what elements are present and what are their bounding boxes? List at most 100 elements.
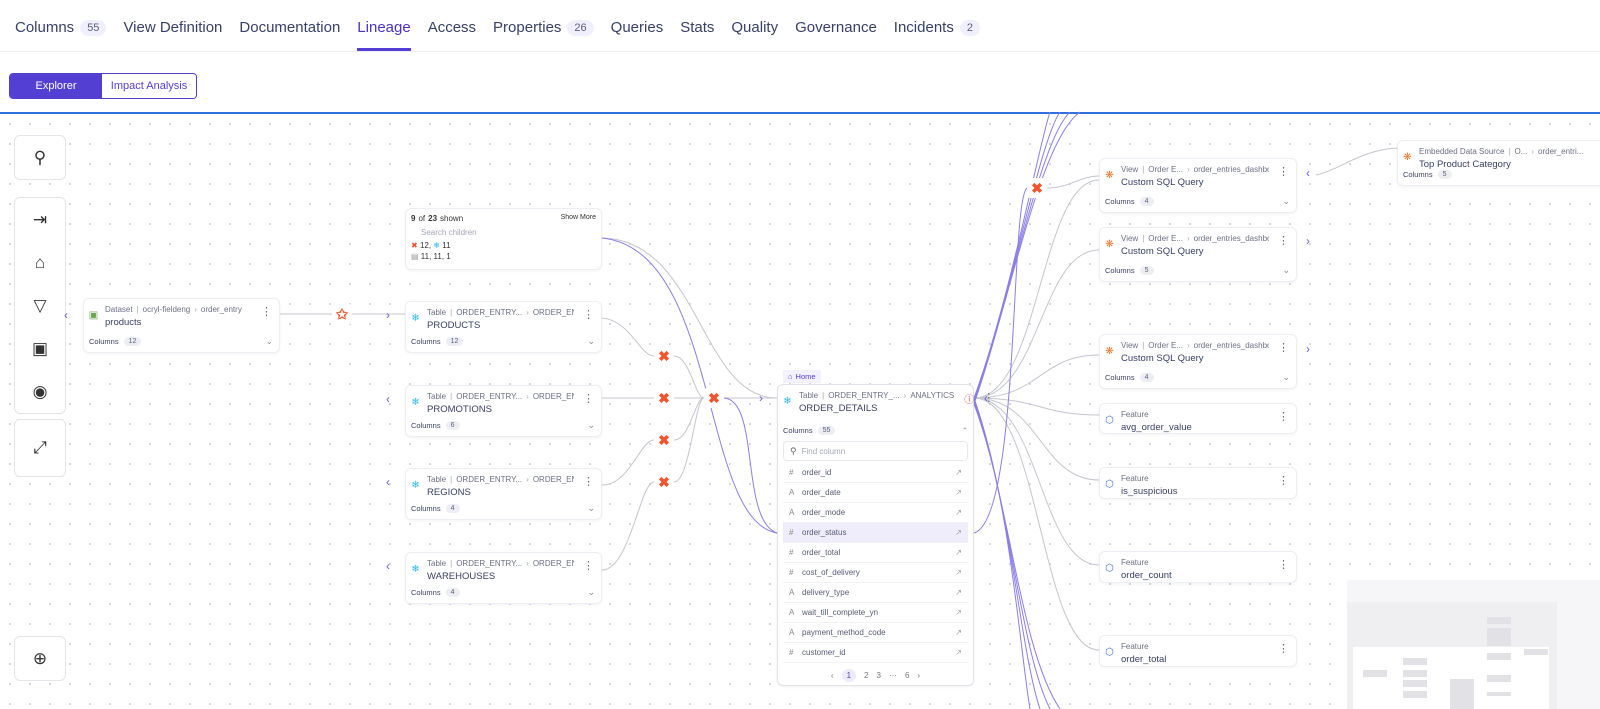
node-name[interactable]: Custom SQL Query — [1121, 246, 1269, 257]
chevron-down-icon[interactable]: ⌄ — [1282, 196, 1290, 207]
node-name[interactable]: products — [105, 317, 242, 328]
impact-analysis-button[interactable]: Impact Analysis — [102, 74, 196, 98]
page-button[interactable]: 3 — [877, 671, 881, 680]
node-name[interactable]: Top Product Category — [1419, 159, 1583, 170]
chevron-up-icon[interactable]: ⌃ — [962, 426, 968, 435]
node-path-platform[interactable]: ORDER_ENTRY... — [456, 308, 522, 317]
chevron-down-icon[interactable]: ⌄ — [587, 503, 595, 514]
fine-grained-lineage-icon[interactable]: ✖ — [654, 472, 674, 492]
tab-quality[interactable]: Quality — [731, 19, 778, 51]
node-path-container[interactable]: ORDER_ENTRY — [533, 308, 574, 317]
lineage-node[interactable]: ▣ Dataset | ocryl-fieldeng › order_entry produ… — [83, 298, 280, 353]
node-path-platform[interactable]: Order E... — [1148, 234, 1183, 243]
more-options-icon[interactable]: ⋮ — [580, 475, 597, 488]
tab-incidents[interactable]: Incidents 2 — [894, 19, 980, 51]
node-path-container[interactable]: order_entri... — [1538, 147, 1583, 156]
chevron-down-icon[interactable]: ⌄ — [587, 420, 595, 431]
tab-stats[interactable]: Stats — [680, 19, 714, 51]
external-link-icon[interactable]: ↗ — [955, 608, 962, 617]
external-link-icon[interactable]: ↗ — [955, 468, 962, 477]
external-link-icon[interactable]: ↗ — [955, 528, 962, 537]
node-name[interactable]: Custom SQL Query — [1121, 177, 1269, 188]
expand-button[interactable]: ⤢ — [15, 420, 65, 476]
external-link-icon[interactable]: ↗ — [955, 628, 962, 637]
node-path-platform[interactable]: Order E... — [1148, 165, 1183, 174]
external-link-icon[interactable]: ↗ — [955, 508, 962, 517]
data-job-icon[interactable]: ✩ — [332, 304, 352, 324]
lineage-node[interactable]: ⬡ Feature order_total ⋮ — [1099, 635, 1297, 667]
expand-downstream-icon[interactable]: › — [1306, 234, 1310, 248]
external-link-icon[interactable]: ↗ — [955, 548, 962, 557]
lineage-node[interactable]: ⬡ Feature order_count ⋮ — [1099, 551, 1297, 583]
more-options-icon[interactable]: ⋮ — [1275, 558, 1292, 571]
page-button[interactable]: 6 — [905, 671, 909, 680]
page-button[interactable]: 1 — [841, 669, 857, 682]
more-options-icon[interactable]: ⋮ — [1275, 474, 1292, 487]
fine-grained-lineage-icon[interactable]: ✖ — [654, 388, 674, 408]
tab-governance[interactable]: Governance — [795, 19, 877, 51]
external-link-icon[interactable]: ↗ — [955, 648, 962, 657]
lineage-node[interactable]: ❄ Table|ORDER_ENTRY...›ORDER_ENTRY WAREHOU… — [405, 552, 602, 604]
external-link-icon[interactable]: ↗ — [955, 488, 962, 497]
more-options-icon[interactable]: ⋮ — [1275, 410, 1292, 423]
column-row[interactable]: Adelivery_type ↗ — [783, 583, 968, 603]
camera-button[interactable]: ◉ — [15, 370, 65, 413]
node-path-platform[interactable]: O... — [1514, 147, 1527, 156]
column-row[interactable]: Await_till_complete_yn ↗ — [783, 603, 968, 623]
more-options-icon[interactable]: ⋮ — [580, 308, 597, 321]
node-path-container[interactable]: order_entries_dashboard — [1194, 165, 1269, 174]
focus-node-order-details[interactable]: ❄ Table | ORDER_ENTRY_... › ANALYTICS ORDER_DE… — [777, 384, 994, 686]
more-options-icon[interactable]: ⋮ — [1275, 234, 1292, 247]
tab-properties[interactable]: Properties 26 — [493, 19, 594, 51]
find-column-input[interactable]: Find column — [802, 447, 846, 456]
node-path-container[interactable]: ORDER_ENTRY — [533, 392, 574, 401]
show-more-button[interactable]: Show More — [561, 214, 596, 223]
prev-page-icon[interactable]: ‹ — [831, 671, 834, 680]
expand-upstream-icon[interactable]: ‹ — [1306, 166, 1310, 180]
filter-button[interactable]: ▽ — [15, 284, 65, 327]
tab-lineage[interactable]: Lineage — [357, 19, 411, 51]
tab-view-definition[interactable]: View Definition — [123, 19, 222, 51]
expand-downstream-icon[interactable]: › — [386, 308, 390, 322]
node-name[interactable]: is_suspicious — [1121, 486, 1178, 497]
node-path-container[interactable]: order_entry — [201, 305, 242, 314]
node-path-container[interactable]: order_entries_dashboard — [1194, 234, 1269, 243]
column-row[interactable]: Apayment_method_code ↗ — [783, 623, 968, 643]
expand-upstream-icon[interactable]: ‹ — [386, 392, 390, 406]
node-name[interactable]: order_total — [1121, 654, 1166, 665]
node-path-platform[interactable]: ORDER_ENTRY... — [456, 392, 522, 401]
lineage-node[interactable]: ⬡ Feature is_suspicious ⋮ — [1099, 467, 1297, 499]
node-path-container[interactable]: ORDER_ENTRY — [533, 475, 574, 484]
column-row[interactable]: Aorder_mode ↗ — [783, 503, 968, 523]
search-button[interactable]: ⚲ — [15, 136, 65, 179]
node-path-platform[interactable]: Order E... — [1148, 341, 1183, 350]
tab-access[interactable]: Access — [428, 19, 476, 51]
lineage-node[interactable]: ❋ Embedded Data Source | O... › order_entri..… — [1397, 140, 1600, 186]
expand-upstream-icon[interactable]: ‹ — [386, 475, 390, 489]
collapse-right-button[interactable]: ⇥ — [15, 198, 65, 241]
node-name[interactable]: ORDER_DETAILS — [799, 403, 954, 414]
tab-columns[interactable]: Columns 55 — [15, 19, 107, 51]
chevron-down-icon[interactable]: ⌄ — [587, 336, 595, 347]
node-name[interactable]: order_count — [1121, 570, 1172, 581]
tab-queries[interactable]: Queries — [611, 19, 664, 51]
column-row[interactable]: # order_id ↗ — [783, 463, 968, 483]
column-row[interactable]: # order_status ↗ — [783, 523, 968, 543]
node-name[interactable]: Custom SQL Query — [1121, 353, 1269, 364]
fine-grained-lineage-icon[interactable]: ✖ — [704, 388, 724, 408]
more-options-icon[interactable]: ⋮ — [1275, 341, 1292, 354]
fine-grained-lineage-icon[interactable]: ✖ — [1027, 178, 1047, 198]
more-options-icon[interactable]: ⋮ — [580, 392, 597, 405]
lineage-node[interactable]: ❋ View|Order E...›order_entries_dashboard… — [1099, 334, 1297, 389]
lineage-node[interactable]: ❄ Table|ORDER_ENTRY...›ORDER_ENTRY PRODUCT… — [405, 301, 602, 353]
node-name[interactable]: PRODUCTS — [427, 320, 574, 331]
node-path-platform[interactable]: ORDER_ENTRY_... — [828, 391, 899, 400]
lineage-node[interactable]: ⬡ Feature avg_order_value ⋮ — [1099, 403, 1297, 434]
lineage-node[interactable]: ❄ Table|ORDER_ENTRY...›ORDER_ENTRY REGIONS… — [405, 468, 602, 520]
home-button[interactable]: ⌂ — [15, 241, 65, 284]
chevron-down-icon[interactable]: ⌄ — [1282, 372, 1290, 383]
page-button[interactable]: ··· — [889, 671, 897, 680]
more-options-icon[interactable]: ⋮ — [980, 391, 997, 404]
node-name[interactable]: REGIONS — [427, 487, 574, 498]
external-link-icon[interactable]: ↗ — [955, 568, 962, 577]
